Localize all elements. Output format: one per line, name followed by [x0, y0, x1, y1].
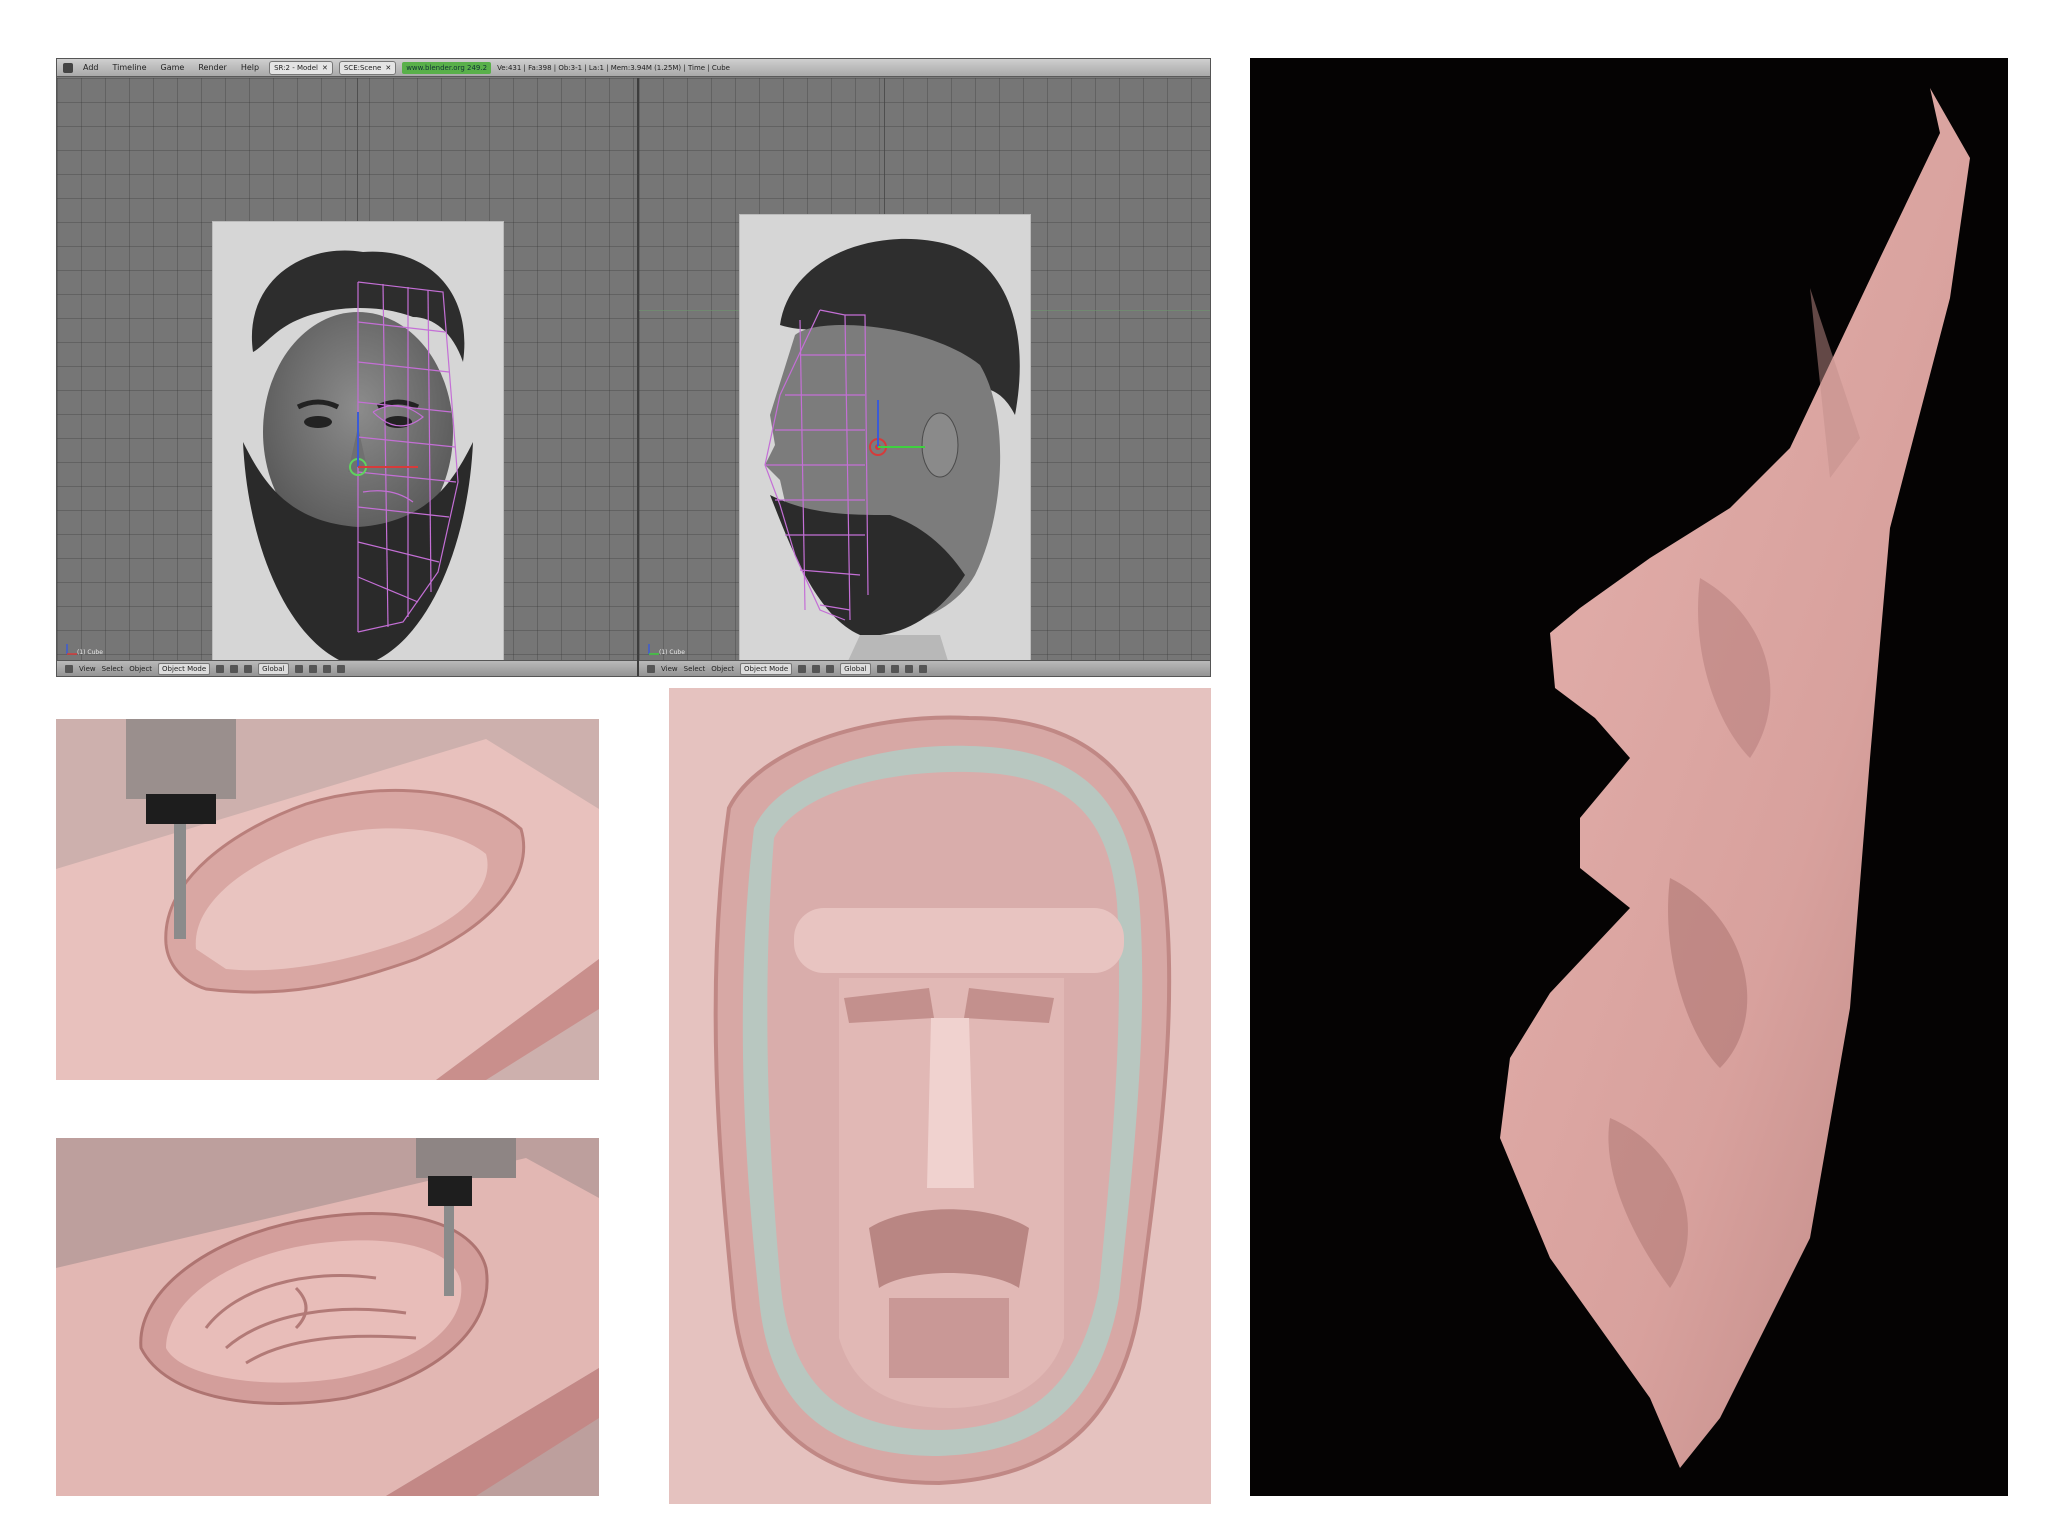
layer-icon[interactable] [876, 664, 885, 673]
lock-icon[interactable] [336, 664, 345, 673]
side-face-photo [764, 238, 1020, 676]
select-menu[interactable]: Select [102, 665, 124, 673]
layer-icon[interactable] [890, 664, 899, 673]
side-viewport[interactable]: (1) Cube [639, 78, 1210, 676]
cnc-milling-photo-face [56, 1138, 599, 1496]
manipulator-icon[interactable] [826, 664, 835, 673]
cnc-milling-photo-outline [56, 719, 599, 1080]
menu-add[interactable]: Add [79, 63, 103, 72]
editor-type-icon[interactable] [65, 664, 73, 673]
object-menu[interactable]: Object [129, 665, 152, 673]
left-viewport-header: View Select Object Object Mode Global [57, 660, 637, 676]
close-icon[interactable]: ✕ [322, 64, 328, 72]
screen-name: SR:2 - Model [274, 63, 318, 72]
draw-type-icon[interactable] [216, 664, 225, 673]
scene-stats: Ve:431 | Fa:398 | Ob:3-1 | La:1 | Mem:3.… [497, 63, 730, 72]
milling-outline-illustration [56, 719, 599, 1080]
front-face-photo [243, 250, 473, 667]
object-menu[interactable]: Object [711, 665, 734, 673]
view-menu[interactable]: View [661, 665, 678, 673]
mode-dropdown[interactable]: Object Mode [740, 662, 793, 675]
pivot-icon[interactable] [812, 664, 821, 673]
layer-icon[interactable] [322, 664, 331, 673]
mold-illustration [669, 688, 1211, 1504]
blender-window: Add Timeline Game Render Help SR:2 - Mod… [56, 58, 1211, 677]
mode-dropdown[interactable]: Object Mode [158, 662, 211, 675]
menu-render[interactable]: Render [194, 63, 230, 72]
layer-icon[interactable] [308, 664, 317, 673]
orientation-dropdown[interactable]: Global [258, 662, 289, 675]
front-reference-image [212, 221, 504, 676]
milled-mold-photo [669, 688, 1211, 1504]
pivot-icon[interactable] [230, 664, 239, 673]
layer-icon[interactable] [904, 664, 913, 673]
version-badge: www.blender.org 249.2 [402, 61, 492, 74]
milling-face-illustration [56, 1138, 599, 1496]
lock-icon[interactable] [918, 664, 927, 673]
viewport-object-label: (1) Cube [659, 649, 685, 656]
editor-type-icon[interactable] [63, 62, 73, 73]
menu-game[interactable]: Game [157, 63, 189, 72]
profile-illustration [1250, 58, 2008, 1496]
layer-icon[interactable] [294, 664, 303, 673]
manipulator-icon[interactable] [244, 664, 253, 673]
collage: Add Timeline Game Render Help SR:2 - Mod… [0, 0, 2048, 1536]
close-icon[interactable]: ✕ [385, 64, 391, 72]
orientation-dropdown[interactable]: Global [840, 662, 871, 675]
finished-profile-photo [1250, 58, 2008, 1496]
viewport-object-label: (1) Cube [77, 649, 103, 656]
scene-selector[interactable]: SCE:Scene ✕ [338, 60, 397, 75]
screen-selector[interactable]: SR:2 - Model ✕ [269, 60, 333, 75]
scene-name: SCE:Scene [343, 63, 382, 72]
menu-help[interactable]: Help [237, 63, 263, 72]
right-viewport-header: View Select Object Object Mode Global [639, 660, 1210, 676]
front-viewport[interactable]: (1) Cube [57, 78, 637, 676]
draw-type-icon[interactable] [798, 664, 807, 673]
view-menu[interactable]: View [79, 665, 96, 673]
menu-timeline[interactable]: Timeline [109, 63, 151, 72]
side-reference-image [739, 214, 1031, 676]
blender-info-header: Add Timeline Game Render Help SR:2 - Mod… [57, 59, 1210, 77]
select-menu[interactable]: Select [684, 665, 706, 673]
editor-type-icon[interactable] [647, 664, 655, 673]
